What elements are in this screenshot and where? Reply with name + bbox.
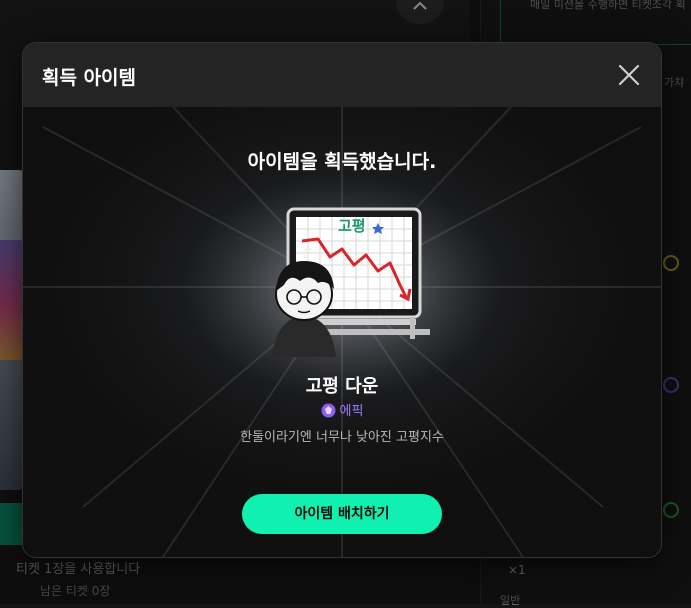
acquired-headline: 아이템을 획득했습니다. xyxy=(247,151,437,173)
modal-title: 획득 아이템 xyxy=(42,67,137,89)
close-icon xyxy=(618,64,640,86)
item-rarity: 에픽 xyxy=(23,400,661,422)
item-name: 고평 다운 xyxy=(305,376,379,397)
item-acquired-modal: 획득 아이템 아이템을 획득했습니다. 고평 고평 다운 에픽 한둘이라기엔 너… xyxy=(22,42,662,558)
modal-header: 획득 아이템 xyxy=(23,43,661,107)
place-item-button[interactable]: 아이템 배치하기 xyxy=(242,494,442,534)
close-button[interactable] xyxy=(617,63,641,87)
item-description: 한둘이라기엔 너무나 낮아진 고평지수 xyxy=(240,430,444,445)
epic-gem-icon xyxy=(321,403,336,422)
item-illustration: 고평 xyxy=(272,207,430,357)
item-rarity-label: 에픽 xyxy=(339,404,364,419)
board-label: 고평 xyxy=(338,217,366,235)
modal-body: 아이템을 획득했습니다. 고평 고평 다운 에픽 한둘이라기엔 너무나 낮아진 … xyxy=(23,107,661,557)
